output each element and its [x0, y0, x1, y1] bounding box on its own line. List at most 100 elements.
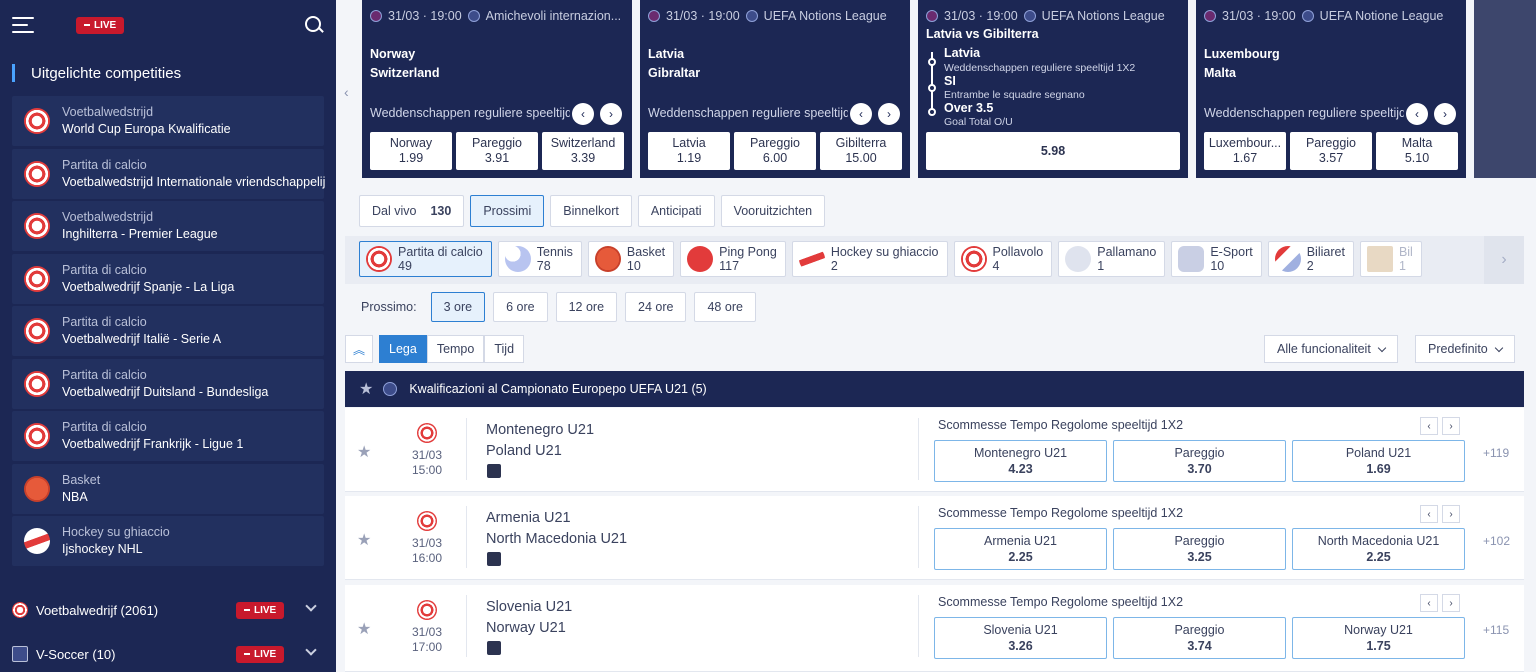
more-markets-link[interactable]: +115: [1483, 623, 1509, 637]
featured-card-combo[interactable]: 31/03 · 19:00 UEFA Notions League Latvia …: [918, 0, 1188, 178]
tab-live[interactable]: Dal vivo 130: [359, 195, 465, 227]
time-option-12h[interactable]: 12 ore: [555, 292, 618, 322]
sport-item-handball[interactable]: Pallamano 1: [1058, 241, 1166, 277]
more-markets-link[interactable]: +102: [1483, 534, 1510, 548]
star-icon[interactable]: ★: [359, 379, 373, 399]
competition-item[interactable]: Partita di calcio Voetbalwedrijf Spanje -…: [12, 253, 324, 304]
featured-card[interactable]: 31/03 · 19:00 UEFA Notions League Latvia G…: [640, 0, 910, 178]
match-row[interactable]: ★ 31/03 16:00 Armenia U21 North Macedonia …: [345, 496, 1524, 580]
stats-icon[interactable]: [487, 641, 501, 655]
time-option-24h[interactable]: 24 ore: [625, 292, 687, 322]
sport-item-esport[interactable]: E-Sport 10: [1171, 241, 1262, 277]
chevron-right-icon[interactable]: ›: [600, 103, 622, 125]
search-icon[interactable]: [304, 15, 324, 35]
featured-card-partial[interactable]: [1474, 0, 1536, 178]
chevron-right-icon[interactable]: ›: [1442, 594, 1460, 612]
live-badge[interactable]: LIVE: [236, 645, 285, 663]
tab-outrights[interactable]: Vooruitzichten: [720, 195, 826, 227]
odd-button[interactable]: Norway 1.99: [370, 132, 452, 170]
competition-item[interactable]: Partita di calcio Voetbalwedstrijd Intern…: [12, 148, 325, 199]
odd-button[interactable]: Norway U21 1.75: [1292, 617, 1465, 659]
time-option-48h[interactable]: 48 ore: [694, 292, 756, 322]
odd-button[interactable]: Pareggio 3.25: [1113, 528, 1286, 570]
chevron-left-icon[interactable]: ‹: [572, 103, 594, 125]
card-datetime: 31/03 · 19:00: [388, 9, 462, 23]
chevron-down-icon[interactable]: [305, 644, 317, 656]
live-badge[interactable]: LIVE: [236, 601, 285, 619]
odd-button[interactable]: Latvia 1.19: [648, 132, 730, 170]
competition-item[interactable]: Basket NBA: [12, 463, 324, 514]
sport-item-soccer[interactable]: Partita di calcio 49: [359, 241, 492, 277]
competition-item[interactable]: Voetbalwedstrijd World Cup Europa Kwalifi…: [12, 96, 324, 146]
match-row[interactable]: ★ 31/03 15:00 Montenegro U21 Poland U21 Sc…: [345, 408, 1524, 492]
match-row[interactable]: ★ 31/03 17:00 Slovenia U21 Norway U21 Scom…: [345, 585, 1524, 672]
sidebar-sport-vsoccer[interactable]: V-Soccer (10) LIVE: [0, 632, 336, 672]
star-icon[interactable]: ★: [357, 619, 371, 639]
featured-card[interactable]: 31/03 · 19:00 Amichevoli internazion... N…: [362, 0, 632, 178]
chevron-right-icon[interactable]: ›: [1442, 417, 1460, 435]
competition-item[interactable]: Voetbalwedstrijd Inghilterra - Premier Le…: [12, 201, 324, 251]
star-icon[interactable]: ★: [357, 442, 371, 462]
combo-odd-button[interactable]: 5.98: [926, 132, 1180, 170]
sport-item-billiard[interactable]: Biliaret 2: [1267, 241, 1354, 277]
odd-button[interactable]: Malta 5.10: [1376, 132, 1458, 170]
card-team1: Latvia: [648, 47, 685, 61]
sidebar-sport-soccer[interactable]: Voetbalwedrijf (2061) LIVE: [0, 588, 336, 632]
menu-icon[interactable]: [12, 17, 34, 33]
chevron-left-icon[interactable]: ‹: [1406, 103, 1428, 125]
sport-item-partial[interactable]: Bil 1: [1359, 241, 1422, 277]
sort-time[interactable]: Tempo: [426, 335, 485, 363]
odd-button[interactable]: Gibilterra 15.00: [820, 132, 902, 170]
sort-league[interactable]: Lega: [379, 335, 427, 363]
league-header[interactable]: ★ Kwalificazioni al Campionato Europepo …: [345, 371, 1524, 407]
time-option-3h[interactable]: 3 ore: [430, 292, 486, 322]
sort-date[interactable]: Tijd: [484, 335, 525, 363]
competition-item[interactable]: Partita di calcio Voetbalwedrijf Italiё -…: [12, 306, 324, 356]
featured-card[interactable]: 31/03 · 19:00 UEFA Notione League Luxembo…: [1196, 0, 1466, 178]
live-badge[interactable]: LIVE: [76, 16, 125, 34]
tab-upcoming[interactable]: Prossimi: [470, 195, 545, 227]
chevron-right-icon[interactable]: ›: [1434, 103, 1456, 125]
odd-button[interactable]: Pareggio 6.00: [734, 132, 816, 170]
odd-button[interactable]: Pareggio 3.91: [456, 132, 538, 170]
competition-item[interactable]: Partita di calcio Voetbalwedrijf Duitslan…: [12, 358, 324, 409]
time-option-6h[interactable]: 6 ore: [493, 292, 548, 322]
sport-item-volleyball[interactable]: Pollavolo 4: [953, 241, 1053, 277]
odd-button[interactable]: Armenia U21 2.25: [934, 528, 1107, 570]
features-dropdown[interactable]: Alle funcionaliteit: [1264, 335, 1398, 363]
odd-button[interactable]: Pareggio 3.70: [1113, 440, 1286, 482]
soccer-ball-icon: [417, 511, 437, 531]
default-dropdown[interactable]: Predefinito: [1415, 335, 1515, 363]
sport-item-tennis[interactable]: Tennis 78: [497, 241, 582, 277]
odd-button[interactable]: Slovenia U21 3.26: [934, 617, 1107, 659]
odd-button[interactable]: Luxembour... 1.67: [1204, 132, 1286, 170]
chevron-right-icon[interactable]: ›: [1442, 505, 1460, 523]
odd-label: Malta: [1401, 136, 1433, 150]
chevron-right-icon[interactable]: ›: [1484, 236, 1524, 284]
odd-button[interactable]: Switzerland 3.39: [542, 132, 624, 170]
odd-button[interactable]: North Macedonia U21 2.25: [1292, 528, 1465, 570]
odd-button[interactable]: Pareggio 3.57: [1290, 132, 1372, 170]
chevron-left-icon[interactable]: ‹: [1420, 505, 1438, 523]
sport-item-hockey[interactable]: Hockey su ghiaccio 2: [791, 241, 948, 277]
collapse-all-icon[interactable]: ︽: [345, 335, 373, 363]
stats-icon[interactable]: [487, 552, 501, 566]
chevron-left-icon[interactable]: ‹: [850, 103, 872, 125]
sport-item-basket[interactable]: Basket 10: [587, 241, 675, 277]
tab-early[interactable]: Anticipati: [637, 195, 715, 227]
competition-item[interactable]: Hockey su ghiaccio Ijshockey NHL: [12, 516, 324, 566]
more-markets-link[interactable]: +119: [1483, 446, 1509, 460]
chevron-left-icon[interactable]: ‹: [1420, 594, 1438, 612]
chevron-right-icon[interactable]: ›: [878, 103, 900, 125]
odd-button[interactable]: Pareggio 3.74: [1113, 617, 1286, 659]
tab-soon[interactable]: Binnelkort: [550, 195, 632, 227]
sport-item-pingpong[interactable]: Ping Pong 117: [680, 241, 786, 277]
odd-button[interactable]: Montenegro U21 4.23: [934, 440, 1107, 482]
carousel-prev-icon[interactable]: ‹: [344, 84, 349, 100]
chevron-down-icon[interactable]: [305, 600, 317, 612]
odd-button[interactable]: Poland U21 1.69: [1292, 440, 1465, 482]
chevron-left-icon[interactable]: ‹: [1420, 417, 1438, 435]
star-icon[interactable]: ★: [357, 530, 371, 550]
stats-icon[interactable]: [487, 464, 501, 478]
competition-item[interactable]: Partita di calcio Voetbalwedrijf Frankrij…: [12, 411, 324, 461]
